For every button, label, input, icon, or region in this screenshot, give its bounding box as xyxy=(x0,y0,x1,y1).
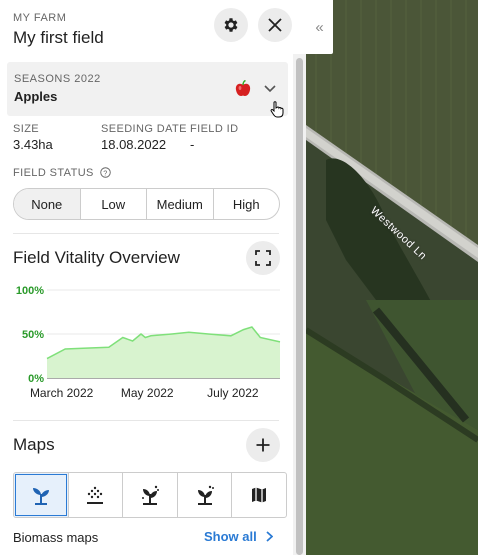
close-icon xyxy=(268,18,282,32)
svg-text:?: ? xyxy=(104,168,108,177)
fertilizing-icon xyxy=(197,485,214,505)
tab-biomass[interactable] xyxy=(14,473,68,517)
plus-icon xyxy=(256,438,270,452)
apple-icon xyxy=(235,80,251,96)
map-icon xyxy=(252,487,267,503)
farm-label: MY FARM xyxy=(13,12,67,24)
field-name: My first field xyxy=(13,28,104,47)
gear-icon xyxy=(224,18,238,32)
biomass-icon xyxy=(32,488,49,505)
tab-crop-protection[interactable] xyxy=(122,473,177,517)
crop-protection-icon xyxy=(141,485,159,505)
vitality-title: Field Vitality Overview xyxy=(13,248,180,267)
divider xyxy=(13,420,279,421)
collapse-panel-button[interactable]: « xyxy=(306,0,333,54)
status-high-option[interactable]: High xyxy=(212,189,280,219)
season-crop: Apples xyxy=(14,89,58,104)
seeding-icon xyxy=(87,486,104,504)
scrollbar-thumb[interactable] xyxy=(296,58,303,555)
x-tick-label: March 2022 xyxy=(30,386,94,400)
map-imagery xyxy=(306,0,478,555)
y-tick-label: 50% xyxy=(22,329,44,341)
y-tick-label: 100% xyxy=(16,285,44,297)
field-status-text: FIELD STATUS xyxy=(13,167,94,179)
chevron-down-icon xyxy=(264,85,276,93)
field-id-label: FIELD ID xyxy=(190,123,239,135)
chevron-right-icon xyxy=(266,531,274,542)
status-none-option[interactable]: None xyxy=(14,189,80,219)
help-icon[interactable]: ? xyxy=(100,167,111,178)
seeding-date-value: 18.08.2022 xyxy=(101,137,167,152)
size-label: SIZE xyxy=(13,123,40,135)
settings-button[interactable] xyxy=(214,8,248,42)
status-low-option[interactable]: Low xyxy=(79,189,147,219)
seeding-date-label: SEEDING DATE xyxy=(101,123,187,135)
maps-title: Maps xyxy=(13,435,55,454)
divider xyxy=(13,233,279,234)
hand-cursor-icon xyxy=(270,101,284,118)
show-all-text: Show all xyxy=(204,529,257,544)
add-map-button[interactable] xyxy=(246,428,280,462)
season-label: SEASONS 2022 xyxy=(14,73,101,85)
field-id-value: - xyxy=(190,137,195,152)
close-button[interactable] xyxy=(258,8,292,42)
x-tick-label: May 2022 xyxy=(121,386,174,400)
tab-seeding[interactable] xyxy=(67,473,123,517)
vitality-chart: 100% 50% 0% March 2022 May 2022 July 2022 xyxy=(16,285,281,400)
tab-fertilizing[interactable] xyxy=(176,473,232,517)
field-status-selector: None Low Medium High xyxy=(13,188,280,220)
season-selector[interactable]: SEASONS 2022 Apples xyxy=(7,62,288,118)
fullscreen-icon xyxy=(255,250,271,266)
size-value: 3.43ha xyxy=(13,137,53,152)
show-all-link[interactable]: Show all xyxy=(204,529,274,544)
status-medium-option[interactable]: Medium xyxy=(146,189,213,219)
biomass-maps-label: Biomass maps xyxy=(13,530,99,545)
panel-header: MY FARM My first field xyxy=(13,12,104,48)
map-type-tabs xyxy=(13,472,287,518)
satellite-map[interactable]: Westwood Ln xyxy=(306,0,478,555)
expand-chart-button[interactable] xyxy=(246,241,280,275)
tab-map[interactable] xyxy=(231,473,286,517)
field-panel: MY FARM My first field SEASONS 2022 Appl… xyxy=(0,0,306,555)
field-status-label: FIELD STATUS ? xyxy=(13,167,111,179)
y-tick-label: 0% xyxy=(28,373,44,385)
x-tick-label: July 2022 xyxy=(207,386,259,400)
double-chevron-left-icon: « xyxy=(315,18,324,36)
